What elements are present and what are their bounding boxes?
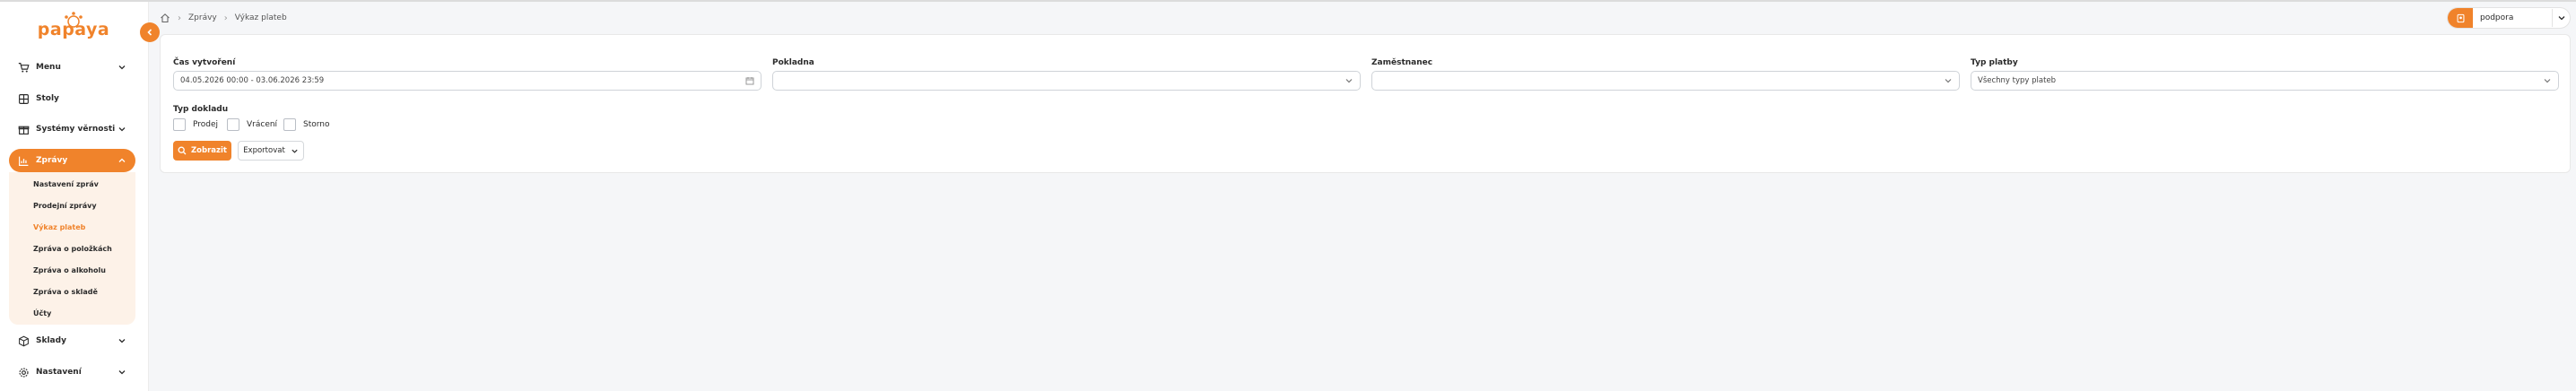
chart-icon — [17, 154, 30, 167]
submenu-item-stock-report[interactable]: Zpráva o skladě — [33, 288, 98, 296]
sidebar-item-label: Systémy věrnosti — [36, 125, 116, 134]
sidebar-item-label: Sklady — [36, 336, 66, 345]
sidebar-item-loyalty[interactable]: Systémy věrnosti — [9, 117, 135, 141]
home-icon[interactable] — [160, 13, 170, 23]
payment-type-value: Všechny typy plateb — [1978, 76, 2057, 85]
doc-type-label: Typ dokladu — [173, 105, 229, 114]
sidebar-item-warehouses[interactable]: Sklady — [9, 329, 135, 352]
breadcrumb-separator: › — [223, 13, 228, 23]
chevron-down-icon — [2558, 16, 2564, 21]
chevron-down-icon — [1945, 79, 1952, 83]
collapse-sidebar-button[interactable] — [140, 22, 160, 42]
logo[interactable]: papaya — [36, 9, 111, 45]
breadcrumb-item-current: Výkaz plateb — [234, 13, 287, 22]
submenu-item-alcohol-report[interactable]: Zpráva o alkoholu — [33, 266, 106, 274]
submenu-item-report-settings[interactable]: Nastavení zpráv — [33, 180, 99, 188]
export-button-label: Exportovat — [243, 146, 285, 155]
checkbox-label: Prodej — [193, 120, 219, 129]
chevron-down-icon — [292, 149, 298, 153]
breadcrumb-separator: › — [178, 13, 181, 23]
export-button[interactable]: Exportovat — [238, 141, 304, 161]
logo-text: papaya — [37, 20, 110, 39]
sidebar-item-settings[interactable]: Nastavení — [9, 361, 135, 384]
date-range-value: 04.05.2026 00:00 - 03.06.2026 23:59 — [180, 76, 325, 85]
payment-type-label: Typ platby — [1971, 58, 2018, 67]
sidebar-item-label: Menu — [36, 63, 61, 72]
user-icon — [2448, 8, 2473, 28]
filter-card: Čas vytvoření 04.05.2026 00:00 - 03.06.2… — [160, 34, 2571, 173]
submenu-item-sales-reports[interactable]: Prodejní zprávy — [33, 202, 97, 210]
checkbox-label: Storno — [303, 120, 330, 129]
checkbox-cancel[interactable]: Storno — [283, 118, 330, 131]
gear-icon — [17, 366, 30, 378]
sidebar-item-menu[interactable]: Menu — [9, 56, 135, 79]
table-icon — [17, 92, 30, 105]
show-button-label: Zobrazit — [191, 146, 227, 155]
sidebar: papaya Menu Stoly Systémy věrnosti Zpráv… — [0, 2, 149, 391]
checkbox-box[interactable] — [227, 118, 239, 131]
search-icon — [178, 146, 187, 155]
user-menu-toggle[interactable] — [2552, 9, 2570, 27]
reports-submenu: Nastavení zpráv Prodejní zprávy Výkaz pl… — [9, 172, 135, 325]
chevron-down-icon — [118, 339, 126, 343]
sidebar-item-reports[interactable]: Zprávy — [9, 149, 135, 172]
box-icon — [17, 335, 30, 347]
submenu-item-items-report[interactable]: Zpráva o položkách — [33, 245, 112, 253]
sidebar-item-stoly[interactable]: Stoly — [9, 87, 135, 110]
user-menu[interactable]: podpora — [2447, 7, 2571, 29]
top-border — [0, 0, 2576, 2]
date-range-input[interactable]: 04.05.2026 00:00 - 03.06.2026 23:59 — [173, 71, 761, 91]
submenu-item-accounts[interactable]: Účty — [33, 309, 51, 317]
calendar-icon — [745, 77, 754, 85]
chevron-down-icon — [2544, 79, 2551, 83]
chevron-down-icon — [1345, 79, 1353, 83]
cart-icon — [17, 61, 30, 74]
chevron-up-icon — [118, 158, 126, 162]
chevron-down-icon — [118, 65, 126, 70]
register-select[interactable] — [772, 71, 1361, 91]
breadcrumb-item-reports[interactable]: Zprávy — [188, 13, 217, 22]
payment-type-select[interactable]: Všechny typy plateb — [1971, 71, 2559, 91]
sidebar-item-label: Stoly — [36, 94, 59, 103]
chevron-down-icon — [118, 127, 126, 132]
checkbox-label: Vrácení — [247, 120, 278, 129]
user-name: podpora — [2480, 13, 2514, 22]
checkbox-box[interactable] — [283, 118, 296, 131]
checkbox-sale[interactable]: Prodej — [173, 118, 218, 131]
created-label: Čas vytvoření — [173, 58, 236, 67]
checkbox-box[interactable] — [173, 118, 186, 131]
sidebar-item-label: Zprávy — [36, 156, 68, 165]
employee-select[interactable] — [1371, 71, 1960, 91]
breadcrumb: › Zprávy › Výkaz plateb — [160, 12, 287, 24]
sidebar-item-label: Nastavení — [36, 368, 82, 377]
gift-icon — [17, 123, 30, 135]
submenu-item-payment-report[interactable]: Výkaz plateb — [33, 223, 85, 231]
chevron-left-icon — [147, 29, 152, 36]
checkbox-refund[interactable]: Vrácení — [227, 118, 277, 131]
show-button[interactable]: Zobrazit — [173, 141, 231, 161]
employee-label: Zaměstnanec — [1371, 58, 1433, 67]
register-label: Pokladna — [772, 58, 814, 67]
chevron-down-icon — [118, 370, 126, 375]
